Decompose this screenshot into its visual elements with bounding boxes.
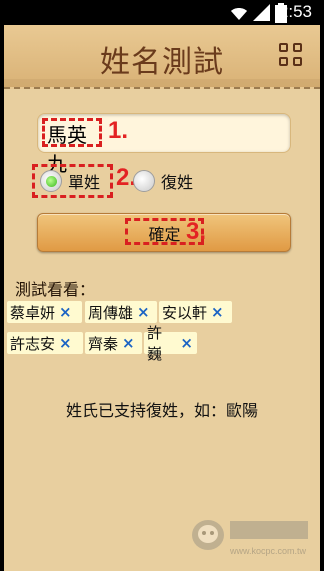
example-chip-text: 安以軒 <box>162 303 208 322</box>
name-input-value[interactable]: 馬英九 <box>42 118 102 176</box>
app-header: 姓名測試 <box>4 25 320 89</box>
remove-icon[interactable]: × <box>59 303 72 321</box>
example-chip-text: 周傳雄 <box>88 303 134 322</box>
status-bar: 2:53 <box>4 0 320 25</box>
status-time: 2:53 <box>278 2 312 21</box>
unselected-radio-icon <box>133 170 155 192</box>
single-surname-label: 單姓 <box>68 173 101 192</box>
grid-menu-icon[interactable] <box>279 43 305 69</box>
selected-radio-icon <box>40 170 62 192</box>
example-chip[interactable]: 許志安 × <box>7 332 83 354</box>
example-chip[interactable]: 許巍 × <box>144 324 197 363</box>
confirm-button[interactable]: 確定 <box>37 213 291 252</box>
example-chip[interactable]: 齊秦 × <box>85 332 142 354</box>
example-chip-text: 許志安 <box>10 334 56 353</box>
app-screen: 2:53 姓名測試 馬英九 1. 單姓 2. 復姓 確定 3. 測試看看： 蔡卓… <box>4 0 320 571</box>
example-chip[interactable]: 安以軒 × <box>159 301 232 323</box>
signal-icon <box>253 4 270 21</box>
remove-icon[interactable]: × <box>122 334 135 352</box>
remove-icon[interactable]: × <box>180 334 193 352</box>
step-1-marker: 1. <box>108 117 129 144</box>
page-title: 姓名測試 <box>100 45 224 80</box>
watermark-url: www.kocpc.com.tw <box>229 546 307 556</box>
surname-type-radio-group: 單姓 2. 復姓 <box>32 164 272 202</box>
example-chip-text: 齊秦 <box>88 334 119 353</box>
remove-icon[interactable]: × <box>137 303 150 321</box>
double-surname-label: 復姓 <box>161 173 194 192</box>
example-chip[interactable]: 周傳雄 × <box>85 301 157 323</box>
example-chip[interactable]: 蔡卓妍 × <box>7 301 82 323</box>
double-surname-radio[interactable]: 復姓 <box>128 164 212 198</box>
single-surname-radio[interactable]: 單姓 <box>32 164 113 198</box>
remove-icon[interactable]: × <box>211 303 224 321</box>
example-chip-text: 許巍 <box>147 324 163 363</box>
surname-support-note: 姓氏已支持復姓，如：歐陽 <box>65 401 258 420</box>
wifi-icon <box>231 8 247 20</box>
examples-title: 測試看看： <box>15 280 96 299</box>
site-watermark-logo: www.kocpc.com.tw <box>192 520 308 556</box>
name-input[interactable]: 馬英九 <box>37 113 291 176</box>
remove-icon[interactable]: × <box>59 334 72 352</box>
step-3-marker: 3. <box>186 218 207 245</box>
example-chip-text: 蔡卓妍 <box>10 303 56 322</box>
